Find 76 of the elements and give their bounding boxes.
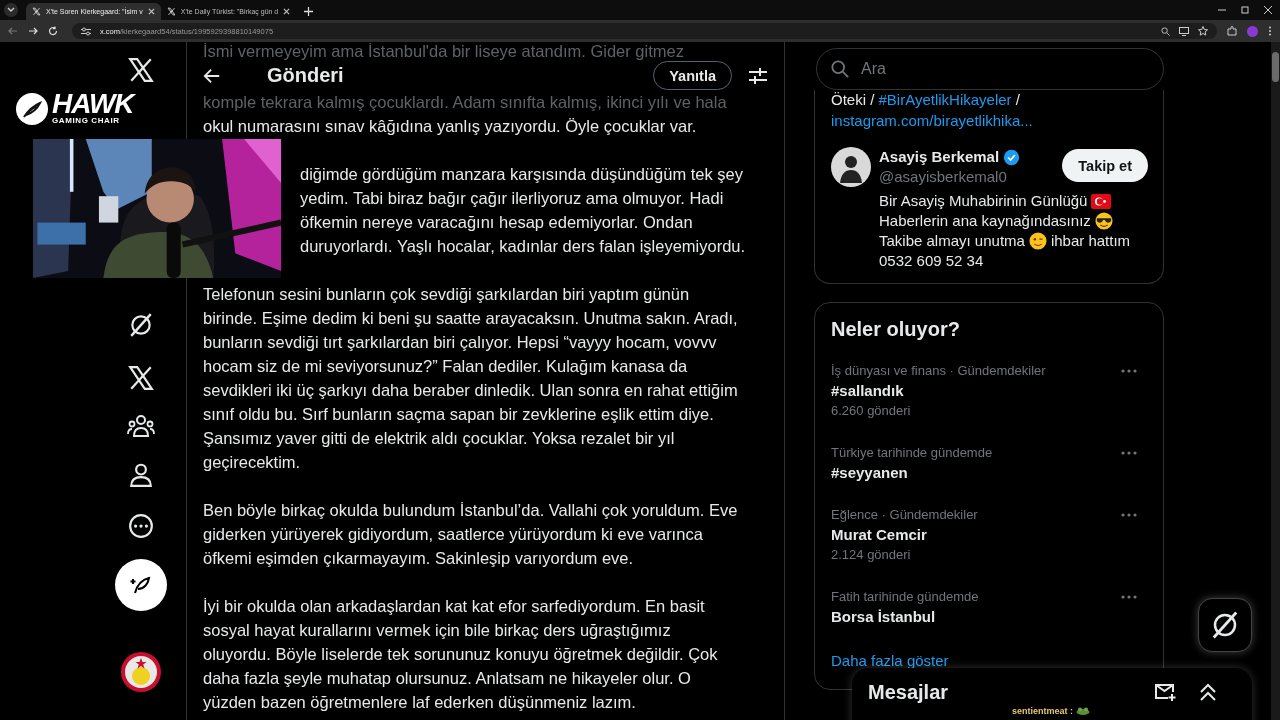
trend-category: Türkiye tarihinde gündemde — [831, 444, 993, 462]
drawer-title: Mesajlar — [868, 680, 949, 704]
hashtag-link[interactable]: #BirAyetlikHikayeler — [878, 91, 1012, 108]
grok-icon[interactable] — [128, 312, 154, 338]
post-paragraph: Telefonun sesini bunların çok sevdiği şarkılardan biri yaptım günün birinde. Eşime dedim ki beni şu saatte arayacaksın. Unutma sakın. Aradı, bunların sevdiği tırt şarkılardan biri çalıyor. Hepsi “vayyy hocam, vovvv hocam siz de mi seviyorsunuz?” Falan dediler. Kulağım kanasa da sevdikleri iki üç şarkıyı daha beraber dinledik. Ulan sonra en rahat ettiğim sınıf oldu bu. Sırf bunların saçma sapan bir zevklerine eşlik ettim diye. Şansımız yaver gitti de elektrik aldı çocuklar. Yoksa rezalet bir yıl geçirecektim. — [203, 284, 739, 473]
x-logo-icon[interactable] — [128, 365, 154, 391]
panel-title: Neler oluyor? — [831, 317, 961, 342]
close-icon[interactable] — [283, 8, 291, 15]
account-name[interactable]: Asayiş Berkemal — [879, 147, 1000, 167]
bio-text: Öteki / #BirAyetlikHikayeler / — [831, 90, 1021, 110]
more-icon[interactable] — [128, 513, 154, 539]
flag-icon — [1091, 193, 1112, 209]
x-logo-icon — [166, 7, 176, 16]
frog-emote-icon — [1076, 707, 1090, 715]
menu-icon[interactable] — [1268, 26, 1272, 36]
trend-category: Eğlence · Gündemdekiler — [831, 506, 978, 524]
bio-text: Bir Asayiş Muhabirinin Günlüğü — [879, 191, 1088, 211]
sliders-icon[interactable] — [748, 66, 768, 85]
grok-icon — [1210, 610, 1240, 640]
site-settings-icon[interactable] — [81, 26, 91, 36]
search-field[interactable]: Ara — [816, 48, 1164, 90]
back-icon[interactable] — [8, 26, 18, 36]
logo-title: HAWK — [52, 92, 134, 116]
bio-text: Takibe almayı unutma — [879, 231, 1025, 251]
cast-icon[interactable] — [1179, 26, 1189, 36]
post-paragraph: Ben böyle birkaç okulda bulundum İstanbul’da. Vallahi çok yoruldum. Eve giderken yürüyerek gidiyordum, saatlerce yürüyordum ki eve varınca öfkemi eşimden çıkarmayayım. Sakinleşip varıyordum eve. — [203, 500, 739, 569]
restore-icon[interactable] — [1241, 6, 1249, 14]
post-count: 2.124 gönderi — [831, 546, 912, 564]
trend-category: Fatih tarihinde gündemde — [831, 588, 979, 606]
post-paragraph: İsmi vermeyeyim ama İstanbul'da bir liseye atandım. Gider gitmez — [203, 42, 685, 60]
page-title: Gönderi — [267, 64, 344, 87]
trend-category: İş dünyası ve finans · Gündemdekiler — [831, 362, 1046, 380]
bio-text: ihbar hattım — [1050, 231, 1131, 251]
logo-subtitle: GAMING CHAIR — [52, 116, 121, 126]
communities-icon[interactable] — [127, 413, 155, 439]
account-handle: @asayisberkemal0 — [879, 167, 1008, 187]
profile-link[interactable]: instagram.com/birayetlikhika... — [831, 110, 1148, 131]
search-icon[interactable] — [1161, 26, 1170, 36]
reply-button[interactable]: Yanıtla — [653, 61, 732, 90]
trend-name[interactable]: Borsa İstanbul — [831, 607, 979, 627]
follow-button[interactable]: Takip et — [1062, 149, 1148, 182]
puzzle-icon[interactable] — [1227, 26, 1237, 36]
x-logo-icon[interactable] — [128, 57, 154, 83]
feather-logo-icon — [16, 93, 48, 125]
double-chevron-up-icon[interactable] — [1198, 682, 1218, 702]
post-paragraph: komple tekrara kalmış çocuklardı. Adam sınıfta kalmış, ikinci yılı ve hala — [203, 92, 728, 113]
search-icon — [831, 60, 849, 78]
profile-icon[interactable] — [128, 462, 154, 488]
trend-name[interactable]: #sallandık — [831, 381, 1046, 401]
tab-search-button[interactable] — [4, 3, 18, 17]
show-more-link[interactable]: Daha fazla göster — [831, 652, 949, 669]
bio-text: 0532 609 52 34 — [879, 251, 984, 271]
chat-username: sentientmeat : — [1012, 706, 1073, 716]
minimize-icon[interactable] — [1218, 6, 1226, 14]
trend-name[interactable]: #seyyanen — [831, 463, 993, 483]
forward-icon[interactable] — [28, 26, 38, 36]
trend-name[interactable]: Murat Cemcir — [831, 525, 978, 545]
post-paragraph: İyi bir okulda olan arkadaşlardan kat kat efor sarfediyordum. En basit sosyal hayat kurallarını vermek için bile birkaç ders uğraştığımız oluyordu. Böyle liselerde tek sorununuz konuyu öğretmek değildir. Çok daha fazla şeyle muhatap olursunuz. Anlatsam ne hikayeler olur. O yüzden bazen öğretmenlere laf ederken düşünmeniz lazım. — [203, 596, 719, 713]
new-message-icon[interactable] — [1154, 682, 1176, 702]
post-count: 6.260 gönderi — [831, 402, 912, 420]
new-tab-icon[interactable] — [304, 7, 314, 16]
compose-button[interactable] — [115, 559, 167, 611]
sunglasses-face-icon — [1094, 212, 1113, 230]
winking-face-icon — [1028, 232, 1047, 250]
close-icon[interactable] — [1264, 6, 1272, 14]
back-arrow-icon[interactable] — [203, 66, 221, 85]
reload-icon[interactable] — [48, 26, 58, 36]
x-logo-icon — [32, 7, 41, 16]
close-icon[interactable] — [147, 8, 155, 15]
grok-button[interactable] — [1198, 598, 1252, 652]
post-paragraph: okul numarasını sınav kâğıdına yanlış yazıyordu. Öyle çocuklar var. — [203, 116, 698, 137]
star-icon[interactable] — [1198, 26, 1208, 36]
post-paragraph: diğimde gördüğüm manzara karşısında düşündüğüm tek şey yedim. Tabi biraz bağır çağır ilerliyoruz ama olmuyor. Hadi öfkemin nereye varacağını hesap edemiyorlar. Ondan duruyorlardı. Yaşlı hocalar, kadınlar ders falan işleyemiyordu. — [299, 164, 747, 257]
chevron-down-icon — [7, 7, 15, 13]
bio-text: Haberlerin ana kaynağındasınız — [879, 211, 1091, 231]
scrollbar[interactable] — [1271, 42, 1280, 720]
